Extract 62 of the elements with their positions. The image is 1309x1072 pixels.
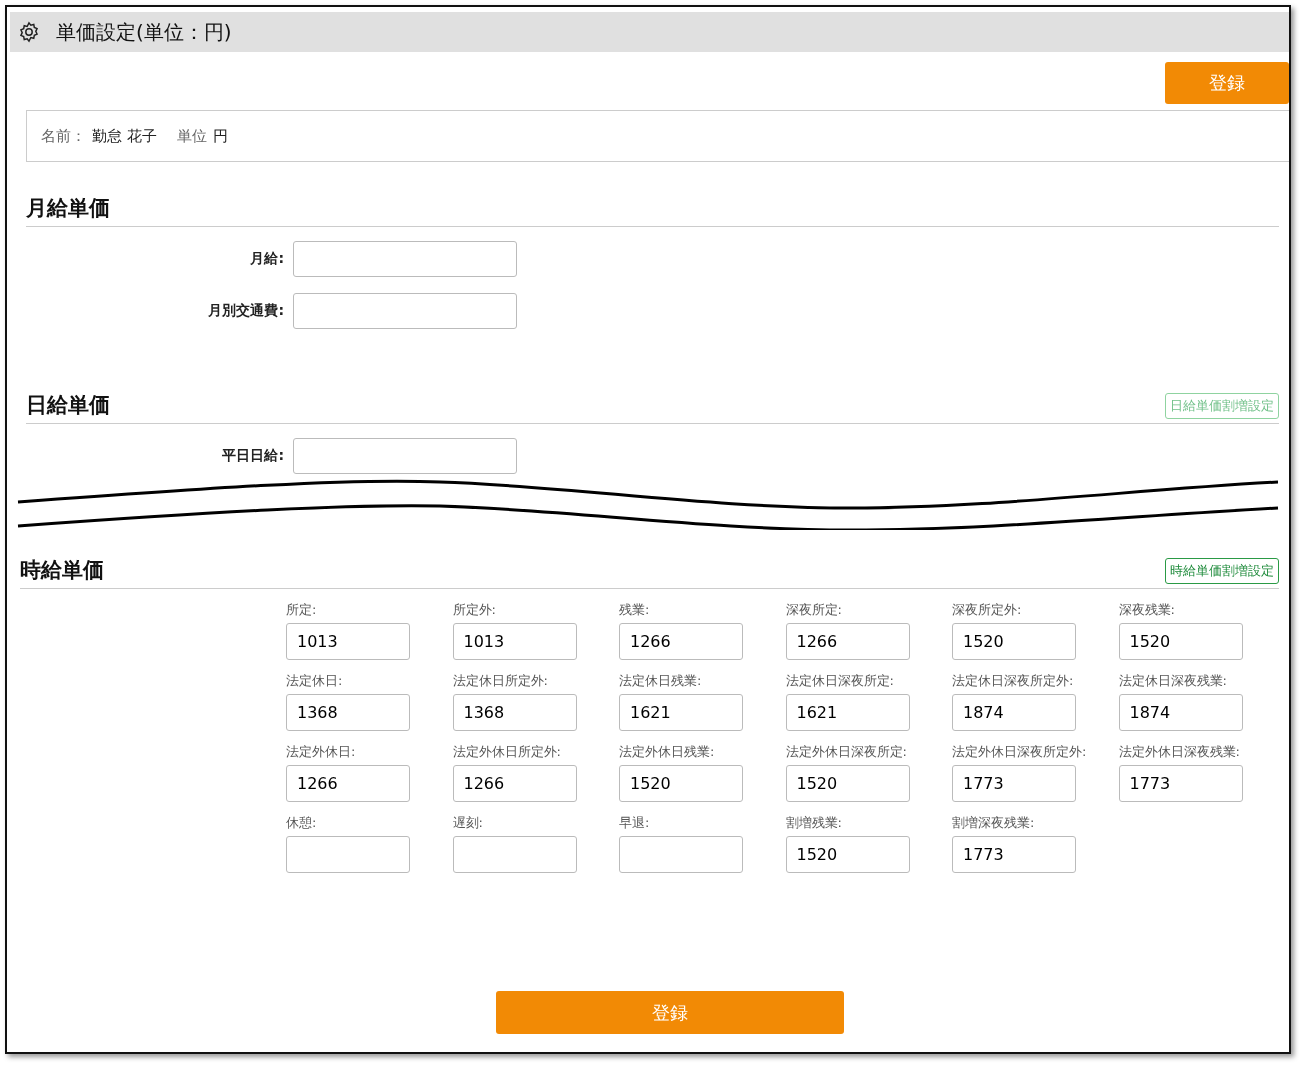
field-label: 法定休日深夜所定外: [952,672,1075,690]
input-field[interactable] [619,836,743,873]
field-label: 平日日給: [221,447,284,465]
field-label: 法定外休日所定外: [452,743,562,761]
input-field[interactable]: 1266 [286,765,410,802]
field-label: 割増残業: [785,814,843,832]
unit-value: 円 [212,126,228,146]
settings-icon [18,21,40,43]
field-label: 深夜所定外: [952,601,1023,619]
field-label: 法定休日深夜残業: [1118,672,1228,690]
input-field[interactable]: 1874 [1118,694,1243,731]
input-field[interactable] [452,836,577,873]
field-label: 深夜所定: [785,601,843,619]
input-field[interactable]: 1013 [452,623,577,660]
field-label: 早退: [619,814,651,832]
input-field[interactable]: 1621 [619,694,743,731]
input-field[interactable]: 1520 [619,765,743,802]
input-field[interactable]: 1520 [1118,623,1243,660]
field-label: 深夜残業: [1118,601,1176,619]
field-label: 休憩: [286,814,318,832]
input-field[interactable]: 1266 [785,623,910,660]
field-label: 法定休日深夜所定: [785,672,895,690]
input-field[interactable] [293,241,517,277]
field-label: 残業: [619,601,651,619]
section-heading: 日給単価 [26,392,110,419]
field-label: 所定外: [452,601,497,619]
field-label: 法定休日所定外: [452,672,549,690]
section-heading: 時給単価 [20,557,104,584]
field-label: 法定外休日深夜残業: [1118,743,1241,761]
input-field[interactable]: 1773 [1118,765,1243,802]
field-label: 法定外休日深夜所定: [785,743,908,761]
input-field[interactable]: 1874 [952,694,1076,731]
input-field[interactable]: 1013 [286,623,410,660]
input-field[interactable]: 1368 [452,694,577,731]
input-field[interactable] [293,438,517,474]
field-label: 遅刻: [452,814,484,832]
unit-label: 単位 [176,126,207,146]
field-label: 法定外休日深夜所定外: [952,743,1088,761]
rate-settings-button[interactable]: 時給単価割増設定 [1165,558,1279,584]
window-title: 単価設定(単位：円) [56,18,232,46]
input-field[interactable] [293,293,517,329]
input-field[interactable]: 1773 [952,765,1076,802]
input-field[interactable]: 1520 [785,836,910,873]
field-label: 月給: [249,250,284,268]
input-field[interactable] [286,836,410,873]
field-label: 月別交通費: [207,302,284,320]
input-field[interactable]: 1621 [785,694,910,731]
input-field[interactable]: 1266 [619,623,743,660]
field-label: 割増深夜残業: [952,814,1036,832]
input-field[interactable]: 1773 [952,836,1076,873]
field-label: 所定: [286,601,318,619]
field-label: 法定外休日残業: [619,743,716,761]
input-field[interactable]: 1266 [452,765,577,802]
field-label: 法定休日残業: [619,672,703,690]
input-field[interactable]: 1368 [286,694,410,731]
input-field[interactable]: 1520 [785,765,910,802]
name-label: 名前： [41,126,86,146]
field-label: 法定外休日: [286,743,357,761]
field-label: 法定休日: [286,672,344,690]
input-field[interactable]: 1520 [952,623,1076,660]
employee-name: 勤怠 花子 [92,126,157,146]
section-heading: 月給単価 [26,195,110,222]
